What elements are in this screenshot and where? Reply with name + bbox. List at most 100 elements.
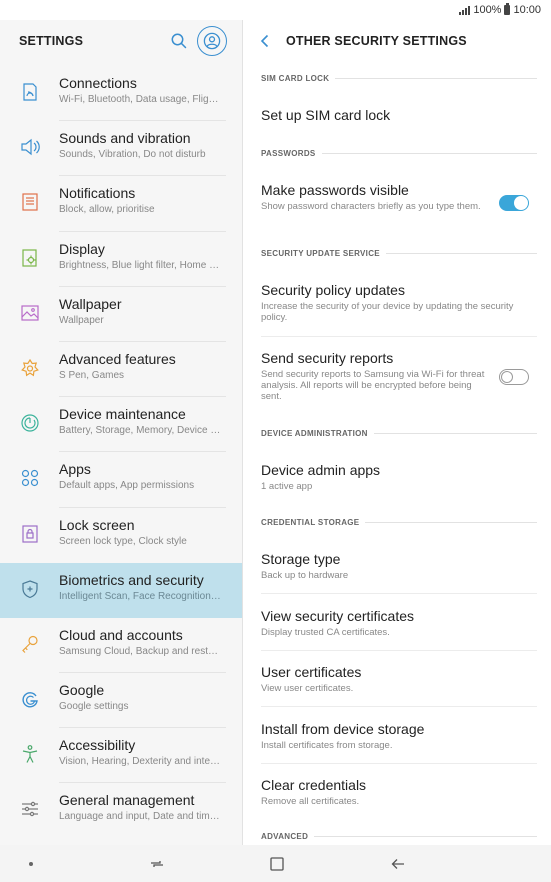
item-sublabel: 1 active app [261,481,313,492]
item-label: Sounds and vibration [59,130,191,147]
item-sublabel: S Pen, Games [59,369,125,381]
make-passwords-visible-item[interactable]: Make passwords visible Show password cha… [261,182,537,212]
nav-dot-icon[interactable] [29,862,33,866]
item-label: General management [59,792,195,809]
notifications-icon [19,191,41,213]
section-header-passwords: PASSWORDS [261,146,537,160]
security-policy-updates-item[interactable]: Security policy updates Increase the sec… [261,282,537,323]
item-label: Cloud and accounts [59,626,183,643]
sidebar-item-advanced-features[interactable]: Advanced features S Pen, Games [0,342,242,398]
settings-title: SETTINGS [19,34,84,48]
connections-icon [19,81,41,103]
item-sublabel: Display trusted CA certificates. [261,627,390,638]
recent-apps-icon[interactable] [148,855,166,873]
general-management-icon [19,798,41,820]
item-label: Device admin apps [261,462,381,478]
item-label: Display [59,240,105,257]
section-label: DEVICE ADMINISTRATION [261,428,368,438]
security-settings-panel: OTHER SECURITY SETTINGS SIM CARD LOCK Se… [243,20,551,845]
device-maintenance-icon [19,412,41,434]
account-icon[interactable] [197,26,227,56]
item-sublabel: Show password characters briefly as you … [261,201,481,212]
item-sublabel: Vision, Hearing, Dexterity and interacti… [59,756,222,768]
item-sublabel: Samsung Cloud, Backup and restore [59,645,222,657]
sidebar-item-sounds[interactable]: Sounds and vibration Sounds, Vibration, D… [0,121,242,177]
section-header-security-update-service: SECURITY UPDATE SERVICE [261,246,537,260]
item-label: Make passwords visible [261,182,409,198]
item-label: User certificates [261,664,362,680]
item-label: Device maintenance [59,406,186,423]
section-label: SIM CARD LOCK [261,73,330,83]
item-label: Notifications [59,185,136,202]
sim-card-lock-item[interactable]: Set up SIM card lock [261,107,537,123]
item-label: Lock screen [59,516,135,533]
item-label: Wallpaper [59,295,122,312]
sidebar-item-wallpaper[interactable]: Wallpaper Wallpaper [0,287,242,342]
section-header-credential-storage: CREDENTIAL STORAGE [261,515,537,529]
sidebar-item-biometrics-security[interactable]: Biometrics and security Intelligent Scan,… [0,562,242,618]
page-title: OTHER SECURITY SETTINGS [286,34,467,48]
clear-credentials-item[interactable]: Clear credentials Remove all certificate… [261,777,537,807]
back-nav-icon[interactable] [389,855,407,873]
sidebar-item-google[interactable]: Google Google settings [0,673,242,729]
item-label: Install from device storage [261,721,425,737]
item-sublabel: Language and input, Date and time, Reset [59,811,222,823]
lock-icon [19,523,41,545]
sidebar-item-connections[interactable]: Connections Wi-Fi, Bluetooth, Data usage,… [0,66,242,122]
signal-icon [459,5,471,15]
shield-icon [19,578,41,600]
home-icon[interactable] [269,856,285,872]
battery-percent: 100% [473,4,502,16]
item-sublabel: Screen lock type, Clock style [59,535,187,547]
sidebar-item-apps[interactable]: Apps Default apps, App permissions [0,452,242,508]
item-sublabel: Back up to hardware [261,570,349,581]
send-security-reports-item[interactable]: Send security reports Send security repo… [261,350,537,402]
back-icon[interactable] [256,32,274,50]
navigation-bar [0,845,551,882]
clock: 10:00 [513,4,541,16]
sidebar-item-lock-screen[interactable]: Lock screen Screen lock type, Clock style [0,508,242,563]
sidebar-item-cloud-accounts[interactable]: Cloud and accounts Samsung Cloud, Backup … [0,618,242,674]
sidebar-item-general-management[interactable]: General management Language and input, Da… [0,783,242,838]
item-sublabel: Default apps, App permissions [59,480,195,492]
item-sublabel: Google settings [59,701,129,713]
item-sublabel: Wallpaper [59,314,104,326]
section-label: PASSWORDS [261,148,316,158]
google-icon [19,688,41,710]
item-label: Accessibility [59,737,136,754]
section-header-sim-card-lock: SIM CARD LOCK [261,71,537,85]
wallpaper-icon [19,302,41,324]
item-sublabel: Increase the security of your device by … [261,301,514,323]
sidebar-item-accessibility[interactable]: Accessibility Vision, Hearing, Dexterity … [0,728,242,784]
section-label: CREDENTIAL STORAGE [261,517,360,527]
item-sublabel: Send security reports to Samsung via Wi-… [261,369,485,402]
item-label: Storage type [261,551,341,567]
item-label: Google [59,682,105,699]
storage-type-item[interactable]: Storage type Back up to hardware [261,551,537,581]
item-sublabel: Brightness, Blue light filter, Home scre… [59,259,222,271]
item-sublabel: Intelligent Scan, Face Recognition, Fing… [59,590,222,602]
item-label: View security certificates [261,608,415,624]
security-reports-toggle[interactable] [499,369,529,385]
section-header-device-administration: DEVICE ADMINISTRATION [261,426,537,440]
view-security-certificates-item[interactable]: View security certificates Display trust… [261,608,537,638]
sidebar-item-display[interactable]: Display Brightness, Blue light filter, Ho… [0,232,242,287]
install-from-device-storage-item[interactable]: Install from device storage Install cert… [261,721,537,751]
apps-icon [19,467,41,489]
sidebar-item-device-maintenance[interactable]: Device maintenance Battery, Storage, Memo… [0,397,242,453]
device-admin-apps-item[interactable]: Device admin apps 1 active app [261,462,537,492]
item-label: Apps [59,461,91,478]
item-sublabel: View user certificates. [261,683,354,694]
item-label: Advanced features [59,350,176,367]
item-label: Set up SIM card lock [261,107,391,123]
settings-panel: SETTINGS Connections Wi-Fi, Bluetooth, Da… [0,20,242,845]
search-icon[interactable] [168,30,190,52]
item-sublabel: Battery, Storage, Memory, Device securit… [59,425,222,437]
item-sublabel: Remove all certificates. [261,796,360,807]
battery-icon [504,3,511,15]
passwords-visible-toggle[interactable] [499,195,529,211]
divider [261,763,537,764]
security-header: OTHER SECURITY SETTINGS [243,20,551,62]
sidebar-item-notifications[interactable]: Notifications Block, allow, prioritise [0,176,242,232]
user-certificates-item[interactable]: User certificates View user certificates… [261,664,537,694]
